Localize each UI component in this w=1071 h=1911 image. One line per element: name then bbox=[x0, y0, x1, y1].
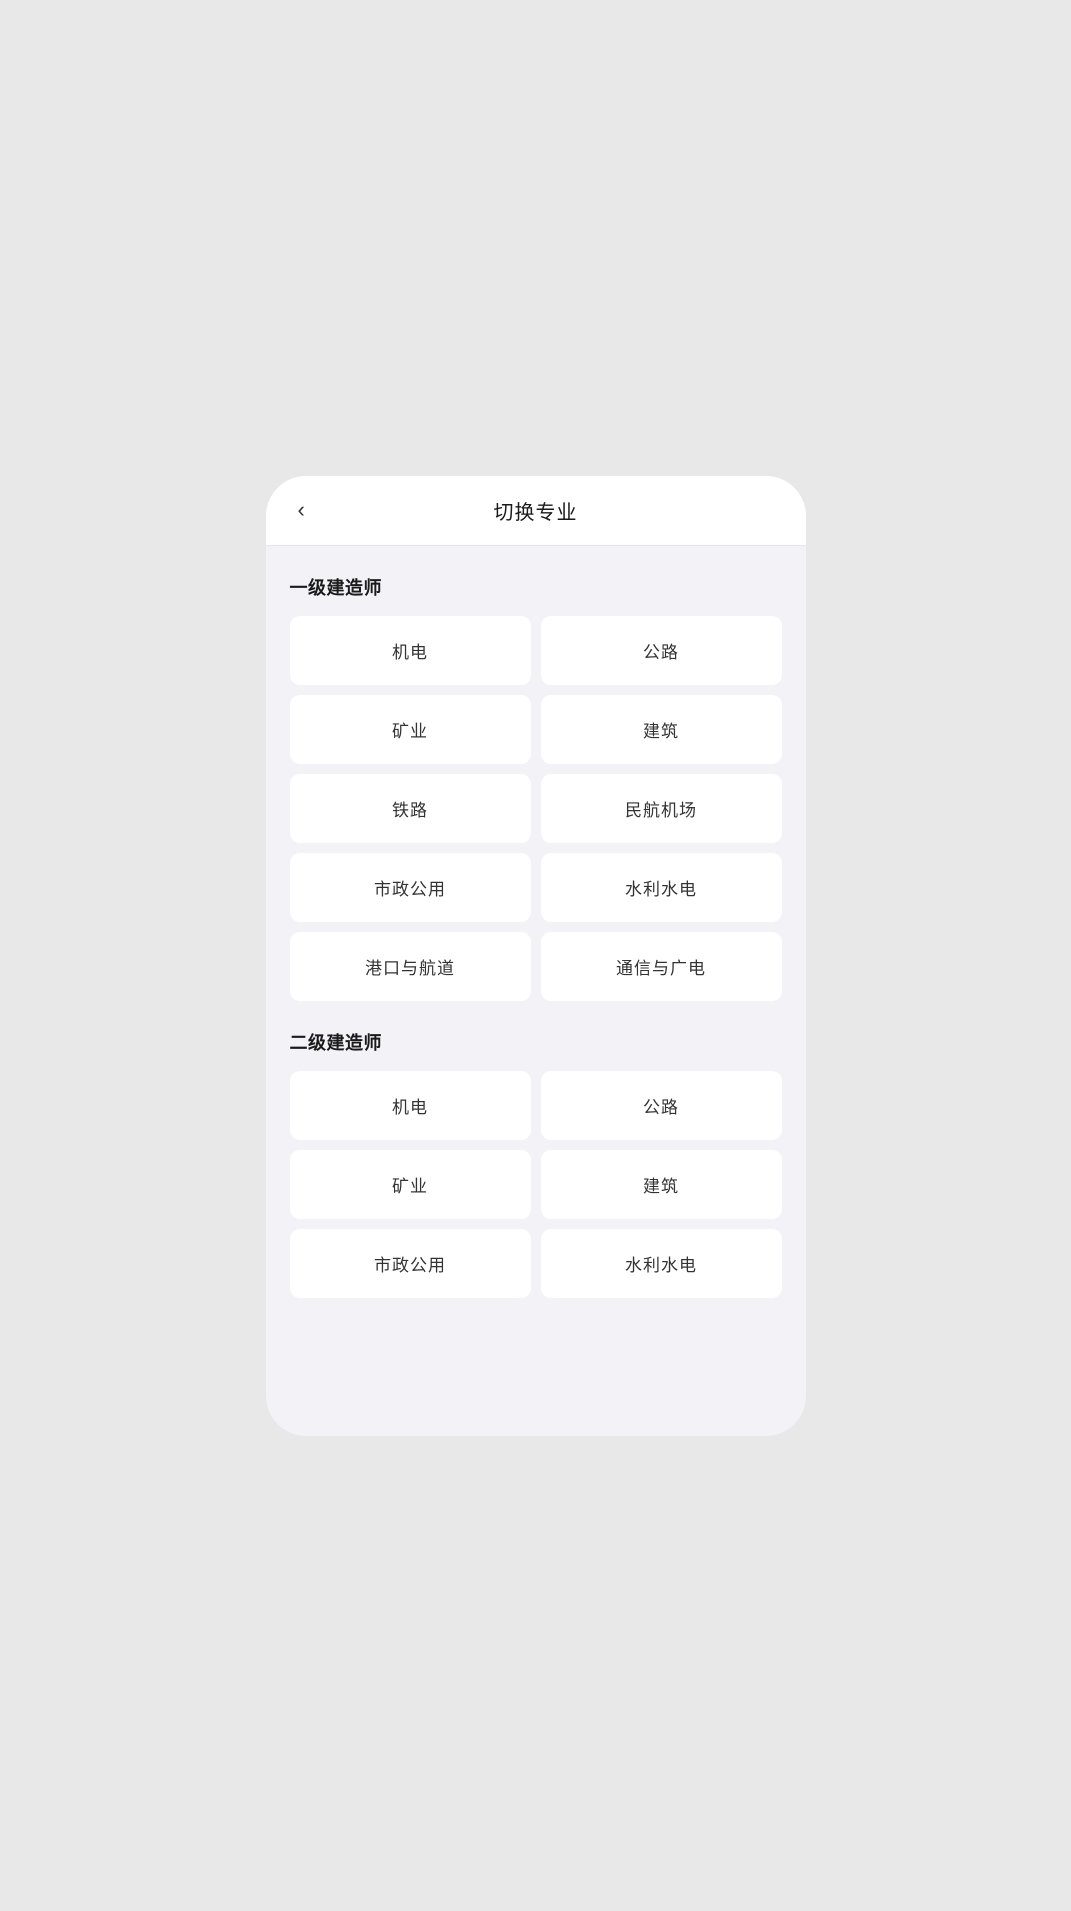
grid-item-level1-9[interactable]: 通信与广电 bbox=[541, 932, 782, 1001]
grid-item-level2-4[interactable]: 市政公用 bbox=[290, 1229, 531, 1298]
grid-item-level1-2[interactable]: 矿业 bbox=[290, 695, 531, 764]
grid-item-level2-0[interactable]: 机电 bbox=[290, 1071, 531, 1140]
grid-item-level2-5[interactable]: 水利水电 bbox=[541, 1229, 782, 1298]
grid-level2: 机电公路矿业建筑市政公用水利水电 bbox=[290, 1071, 782, 1298]
page-title: 切换专业 bbox=[494, 496, 578, 525]
section-level1: 一级建造师机电公路矿业建筑铁路民航机场市政公用水利水电港口与航道通信与广电 bbox=[290, 574, 782, 1001]
section-title-level2: 二级建造师 bbox=[290, 1029, 782, 1055]
grid-item-level1-7[interactable]: 水利水电 bbox=[541, 853, 782, 922]
grid-item-level2-1[interactable]: 公路 bbox=[541, 1071, 782, 1140]
grid-item-level2-2[interactable]: 矿业 bbox=[290, 1150, 531, 1219]
section-title-level1: 一级建造师 bbox=[290, 574, 782, 600]
header: ‹ 切换专业 bbox=[266, 476, 806, 546]
grid-level1: 机电公路矿业建筑铁路民航机场市政公用水利水电港口与航道通信与广电 bbox=[290, 616, 782, 1001]
back-button[interactable]: ‹ bbox=[290, 493, 313, 527]
grid-item-level1-0[interactable]: 机电 bbox=[290, 616, 531, 685]
grid-item-level1-1[interactable]: 公路 bbox=[541, 616, 782, 685]
grid-item-level1-8[interactable]: 港口与航道 bbox=[290, 932, 531, 1001]
phone-container: ‹ 切换专业 一级建造师机电公路矿业建筑铁路民航机场市政公用水利水电港口与航道通… bbox=[266, 476, 806, 1436]
grid-item-level1-6[interactable]: 市政公用 bbox=[290, 853, 531, 922]
grid-item-level1-3[interactable]: 建筑 bbox=[541, 695, 782, 764]
grid-item-level1-5[interactable]: 民航机场 bbox=[541, 774, 782, 843]
content: 一级建造师机电公路矿业建筑铁路民航机场市政公用水利水电港口与航道通信与广电二级建… bbox=[266, 574, 806, 1298]
grid-item-level1-4[interactable]: 铁路 bbox=[290, 774, 531, 843]
grid-item-level2-3[interactable]: 建筑 bbox=[541, 1150, 782, 1219]
section-level2: 二级建造师机电公路矿业建筑市政公用水利水电 bbox=[290, 1029, 782, 1298]
